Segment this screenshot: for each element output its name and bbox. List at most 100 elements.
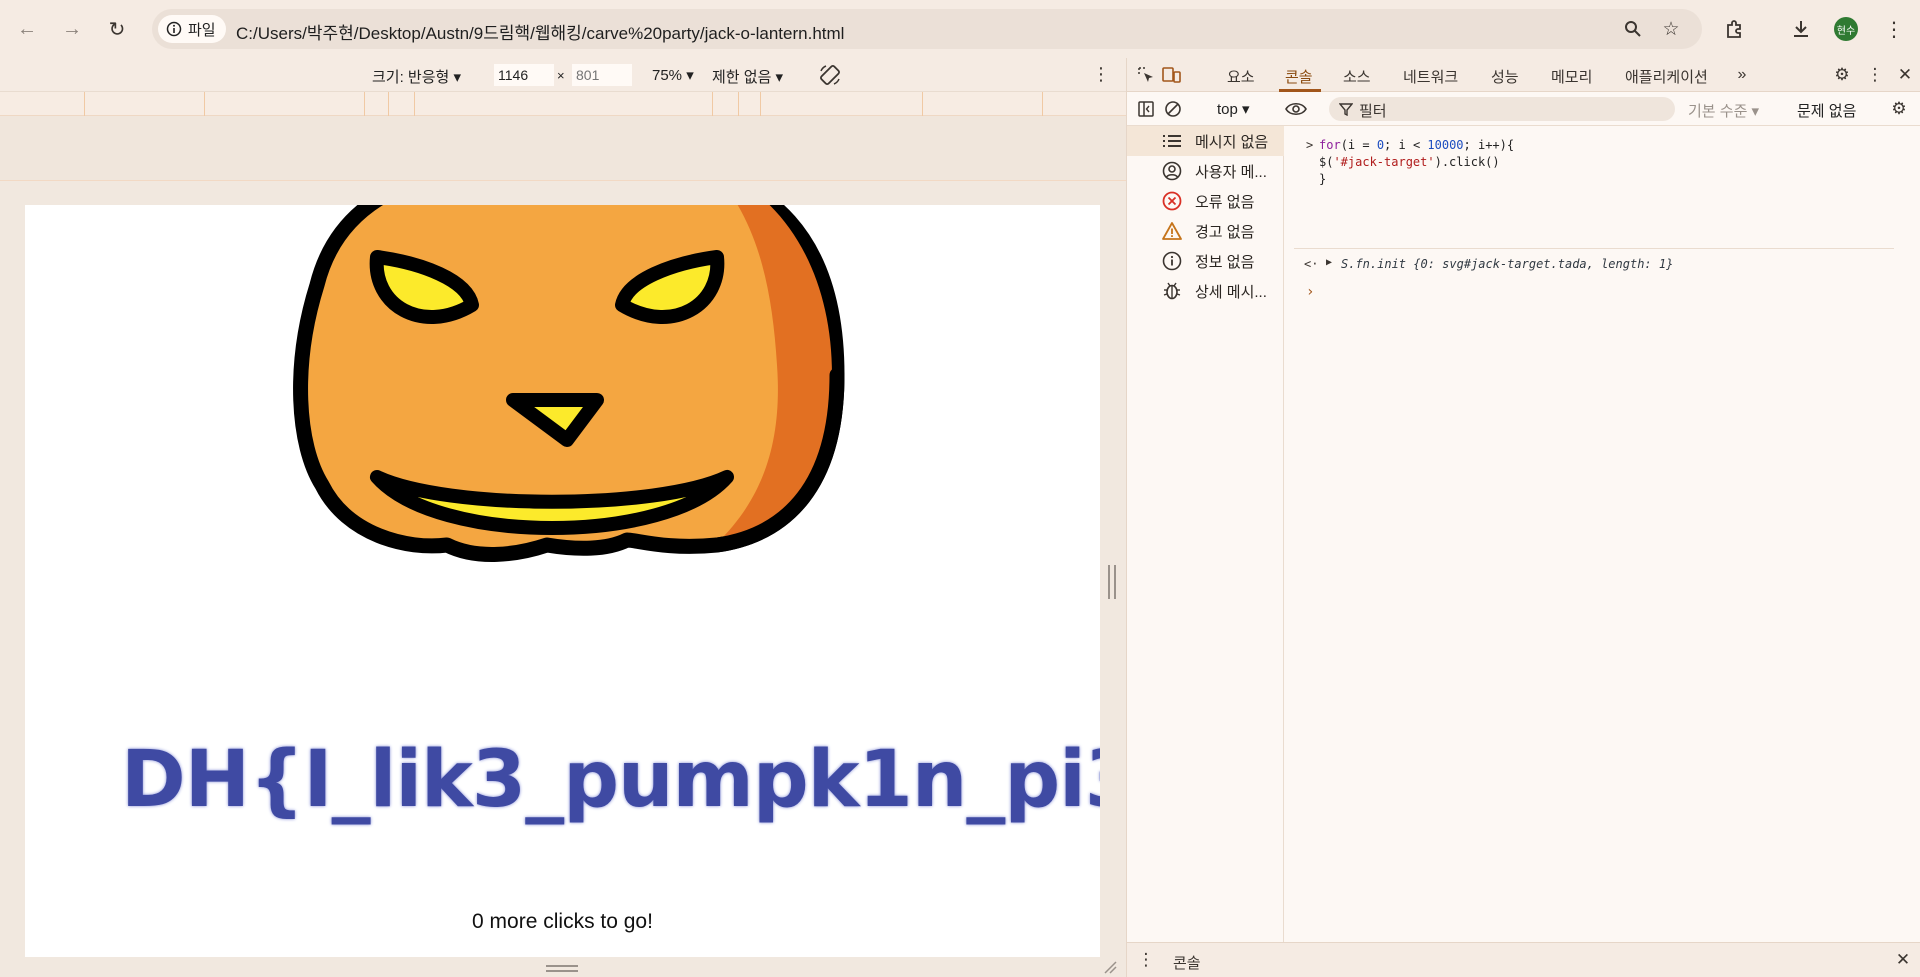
tab-performance[interactable]: 성능 xyxy=(1491,66,1519,87)
sidebar-icon xyxy=(1138,101,1154,117)
filter-placeholder: 필터 xyxy=(1359,103,1387,120)
ruler-tick xyxy=(1042,92,1043,116)
forward-button[interactable]: → xyxy=(57,14,87,44)
drawer-close-button[interactable]: ✕ xyxy=(1892,949,1914,971)
kebab-menu-icon: ⋮ xyxy=(1866,65,1884,84)
code-text: ).click() xyxy=(1434,155,1500,169)
drawer-bar: ⋮ 콘솔 ✕ xyxy=(1127,942,1920,977)
profile-avatar[interactable]: 현수 xyxy=(1834,17,1858,41)
back-button[interactable]: ← xyxy=(12,14,42,44)
throttling-dropdown[interactable]: 제한 없음 ▾ xyxy=(712,66,783,87)
live-expression-button[interactable] xyxy=(1285,98,1307,120)
info-icon xyxy=(1161,251,1183,271)
address-bar[interactable]: 파일 C:/Users/박주현/Desktop/Austn/9드림핵/웹해킹/c… xyxy=(152,9,1702,49)
inspect-cursor-icon xyxy=(1138,67,1153,82)
viewport-height-resize-handle[interactable] xyxy=(546,965,578,972)
sidebar-item-label: 경고 없음 xyxy=(1195,223,1255,241)
device-mode-icon xyxy=(1162,67,1181,83)
ruler-tick xyxy=(738,92,739,116)
device-toolbar: 크기: 반응형 ▾ × 75% ▾ 제한 없음 ▾ ⋮ xyxy=(0,58,1126,92)
extensions-button[interactable] xyxy=(1721,15,1749,43)
ruler-tick xyxy=(922,92,923,116)
console-result[interactable]: S.fn.init {0: svg#jack-target.tada, leng… xyxy=(1341,257,1673,271)
context-selector[interactable]: top ▾ xyxy=(1217,100,1250,118)
dimension-separator: × xyxy=(557,68,565,83)
console-prompt-icon[interactable]: › xyxy=(1306,284,1314,300)
emulated-viewport: DH{I_lik3_pumpk1n_pi3} 0 more clicks to … xyxy=(25,205,1100,957)
sidebar-item-label: 상세 메시... xyxy=(1195,283,1267,301)
bug-icon xyxy=(1161,281,1183,301)
kebab-menu-icon: ⋮ xyxy=(1137,950,1155,969)
tab-application[interactable]: 애플리케이션 xyxy=(1625,66,1708,87)
issues-counter[interactable]: 문제 없음 xyxy=(1797,100,1856,121)
user-icon xyxy=(1161,161,1183,181)
device-toolbar-toggle[interactable] xyxy=(1161,64,1183,86)
toggle-sidebar-button[interactable] xyxy=(1135,98,1157,120)
tab-elements[interactable]: 요소 xyxy=(1227,66,1255,87)
download-icon xyxy=(1794,21,1808,37)
device-toolbar-more-button[interactable]: ⋮ xyxy=(1092,64,1110,85)
devtools-menu-button[interactable]: ⋮ xyxy=(1864,64,1886,86)
drawer-menu-button[interactable]: ⋮ xyxy=(1135,949,1157,971)
sidebar-item-warnings[interactable]: 경고 없음 xyxy=(1127,216,1284,246)
gear-icon: ⚙ xyxy=(1891,99,1907,118)
arrow-right-icon: → xyxy=(62,17,82,40)
filter-icon xyxy=(1339,103,1353,116)
error-icon xyxy=(1161,191,1183,211)
sidebar-item-label: 사용자 메... xyxy=(1195,163,1267,181)
star-icon: ☆ xyxy=(1662,18,1680,40)
console-output[interactable]: > for(i = 0; i < 10000; i++){ $('#jack-t… xyxy=(1284,126,1920,942)
clear-console-button[interactable] xyxy=(1162,98,1184,120)
bookmark-button[interactable]: ☆ xyxy=(1660,18,1682,40)
console-filter-input[interactable]: 필터 xyxy=(1329,97,1675,121)
rotate-button[interactable] xyxy=(818,63,842,90)
ruler-tick xyxy=(712,92,713,116)
reload-button[interactable]: ↻ xyxy=(102,14,132,44)
console-input-line-1: for(i = 0; i < 10000; i++){ xyxy=(1319,138,1514,152)
downloads-button[interactable] xyxy=(1787,15,1815,43)
devtools-tab-bar: 요소 콘솔 소스 네트워크 성능 메모리 애플리케이션 » ⚙ ⋮ ✕ xyxy=(1127,58,1920,92)
puzzle-icon xyxy=(1727,20,1741,38)
viewport-width-resize-handle[interactable] xyxy=(1108,565,1116,599)
console-input-line-3: } xyxy=(1319,172,1327,186)
devtools-close-button[interactable]: ✕ xyxy=(1894,64,1916,86)
close-icon: ✕ xyxy=(1895,950,1911,969)
zoom-button[interactable] xyxy=(1622,18,1644,40)
tab-network[interactable]: 네트워크 xyxy=(1403,66,1458,87)
sidebar-item-info[interactable]: 정보 없음 xyxy=(1127,246,1284,276)
dimensions-dropdown[interactable]: 크기: 반응형 ▾ xyxy=(372,66,461,87)
console-divider xyxy=(1294,248,1894,249)
zoom-dropdown[interactable]: 75% ▾ xyxy=(652,66,694,84)
expand-triangle-icon[interactable]: ▶ xyxy=(1326,257,1332,268)
device-width-input[interactable] xyxy=(494,64,554,86)
console-settings-button[interactable]: ⚙ xyxy=(1888,98,1910,120)
tab-sources[interactable]: 소스 xyxy=(1343,66,1371,87)
sidebar-item-messages[interactable]: 메시지 없음 xyxy=(1127,126,1284,156)
device-height-input[interactable] xyxy=(572,64,632,86)
jack-o-lantern-image[interactable] xyxy=(247,205,887,595)
tab-memory[interactable]: 메모리 xyxy=(1551,66,1592,87)
kebab-menu-icon: ⋮ xyxy=(1092,64,1110,84)
sidebar-item-errors[interactable]: 오류 없음 xyxy=(1127,186,1284,216)
log-level-dropdown[interactable]: 기본 수준 ▾ xyxy=(1688,100,1759,121)
viewport-corner-resize-handle[interactable] xyxy=(1103,960,1117,974)
drawer-tab-console[interactable]: 콘솔 xyxy=(1173,952,1201,973)
tab-console[interactable]: 콘솔 xyxy=(1285,66,1313,87)
devtools-settings-button[interactable]: ⚙ xyxy=(1831,64,1853,86)
double-chevron-right-icon: » xyxy=(1737,66,1747,83)
kebab-menu-icon: ⋮ xyxy=(1884,18,1904,41)
site-info-chip[interactable]: 파일 xyxy=(158,15,226,43)
more-tabs-button[interactable]: » xyxy=(1731,64,1753,86)
sidebar-item-user-messages[interactable]: 사용자 메... xyxy=(1127,156,1284,186)
sidebar-item-label: 메시지 없음 xyxy=(1195,133,1269,151)
sidebar-item-verbose[interactable]: 상세 메시... xyxy=(1127,276,1284,306)
ruler-tick xyxy=(388,92,389,116)
url-text[interactable]: C:/Users/박주현/Desktop/Austn/9드림핵/웹해킹/carv… xyxy=(236,19,844,44)
browser-menu-button[interactable]: ⋮ xyxy=(1880,15,1908,43)
ruler-tick xyxy=(84,92,85,116)
flag-text: DH{I_lik3_pumpk1n_pi3} xyxy=(121,735,1100,825)
code-text: (i = xyxy=(1340,138,1377,152)
close-icon: ✕ xyxy=(1897,65,1913,84)
rotate-icon xyxy=(820,65,840,85)
inspect-element-button[interactable] xyxy=(1135,64,1157,86)
